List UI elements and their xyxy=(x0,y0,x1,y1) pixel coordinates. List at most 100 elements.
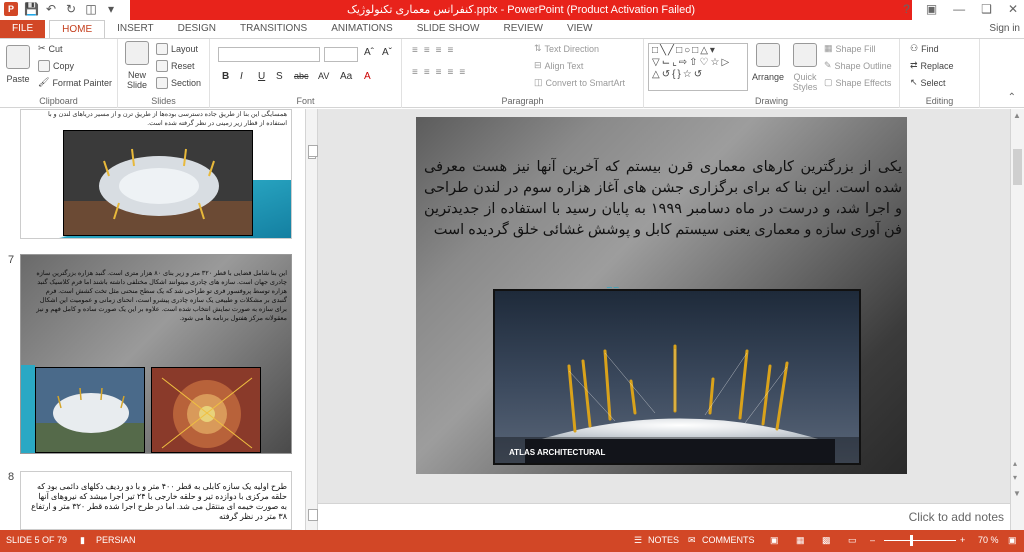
reset-button[interactable]: Reset xyxy=(156,60,195,72)
tab-insert[interactable]: INSERT xyxy=(105,20,166,38)
notes-placeholder[interactable]: Click to add notes xyxy=(909,510,1004,524)
tab-transitions[interactable]: TRANSITIONS xyxy=(228,20,319,38)
slide-show-icon[interactable]: ▭ xyxy=(848,535,857,546)
cut-button[interactable]: ✂ Cut xyxy=(38,43,63,54)
restore-icon[interactable]: ❑ xyxy=(981,2,992,16)
strikethrough-button[interactable]: abc xyxy=(294,71,309,81)
redo-icon[interactable]: ↻ xyxy=(64,2,78,16)
grow-font-icon[interactable]: Aˆ xyxy=(364,47,374,58)
app-icon[interactable]: P xyxy=(4,2,18,16)
thumbnail-scrollbar[interactable] xyxy=(306,109,318,530)
brush-icon: 🖌 xyxy=(38,77,50,87)
editor-scroll-thumb[interactable] xyxy=(1013,149,1022,185)
close-icon[interactable]: ✕ xyxy=(1008,2,1018,16)
tab-view[interactable]: VIEW xyxy=(555,20,605,38)
notes-pane[interactable]: Click to add notes xyxy=(318,503,1010,530)
notes-button[interactable]: NOTES xyxy=(648,535,679,545)
tab-home[interactable]: HOME xyxy=(49,20,106,38)
dome-photo[interactable]: ATLAS ARCHITECTURAL xyxy=(493,289,861,465)
prev-slide-icon[interactable]: ▴ xyxy=(1013,459,1017,468)
help-icon[interactable]: ? xyxy=(903,2,910,16)
slide-thumbnail[interactable]: طرح اولیه یک سازه کابلی به قطر ۴۰۰ متر و… xyxy=(20,471,292,530)
tab-file[interactable]: FILE xyxy=(0,20,46,38)
thumbnail-photo-left xyxy=(35,367,145,453)
start-from-beginning-icon[interactable]: ◫ xyxy=(84,2,98,16)
replace-button[interactable]: ⇄ Replace xyxy=(910,60,954,71)
save-icon[interactable]: 💾 xyxy=(24,2,39,16)
shadow-button[interactable]: S xyxy=(276,71,283,82)
bold-button[interactable]: B xyxy=(222,71,229,82)
pane-splitter-handle[interactable] xyxy=(308,509,318,521)
next-slide-icon[interactable]: ▾ xyxy=(1013,473,1017,482)
italic-button[interactable]: I xyxy=(240,71,243,82)
list-buttons[interactable]: ≡≡≡≡ xyxy=(412,45,459,56)
fit-slide-icon[interactable]: ▣ xyxy=(1008,535,1017,546)
text-direction-button[interactable]: ⇅ Text Direction xyxy=(534,43,599,54)
align-text-button[interactable]: ⊟ Align Text xyxy=(534,60,583,71)
slide-body-text[interactable]: یکی از بزرگترین کارهای معماری قرن بیستم … xyxy=(424,157,902,241)
find-button[interactable]: ⚇ Find xyxy=(910,43,939,54)
new-slide-button[interactable]: New Slide xyxy=(122,41,152,90)
arrange-button[interactable]: Arrange xyxy=(752,43,784,82)
slide-sorter-icon[interactable]: ▦ xyxy=(796,535,805,546)
shape-effects-label: Shape Effects xyxy=(835,77,892,88)
alignment-buttons[interactable]: ≡≡≡≡≡ xyxy=(412,67,471,78)
ribbon: Paste ✂ Cut Copy 🖌 Format Painter Clipboar… xyxy=(0,38,1024,108)
tab-slide-show[interactable]: SLIDE SHOW xyxy=(405,20,492,38)
change-case-button[interactable]: Aa xyxy=(340,71,352,82)
ribbon-display-options-icon[interactable]: ▣ xyxy=(926,2,937,16)
minimize-icon[interactable]: — xyxy=(953,2,965,16)
character-spacing-button[interactable]: AV xyxy=(318,71,329,81)
quick-styles-button[interactable]: Quick Styles xyxy=(790,43,820,92)
comments-button[interactable]: COMMENTS xyxy=(702,535,755,545)
slide-thumbnail[interactable]: این بنا شامل فضایی با قطر ۳۲۰ متر و زیر … xyxy=(20,254,292,454)
zoom-slider-track[interactable] xyxy=(884,540,956,541)
replace-icon: ⇄ xyxy=(910,60,918,70)
select-button[interactable]: ↖ Select xyxy=(910,77,946,88)
shape-fill-button[interactable]: ▦ Shape Fill xyxy=(824,43,876,54)
undo-icon[interactable]: ↶ xyxy=(44,2,58,16)
zoom-slider-thumb[interactable] xyxy=(910,535,913,546)
shrink-font-icon[interactable]: Aˇ xyxy=(382,47,392,58)
reading-view-icon[interactable]: ▩ xyxy=(822,535,831,546)
copy-button[interactable]: Copy xyxy=(38,60,74,72)
customize-qat-icon[interactable]: ▾ xyxy=(104,2,118,16)
language-indicator[interactable]: PERSIAN xyxy=(96,535,136,545)
new-slide-label: New Slide xyxy=(126,70,147,90)
slide-thumbnail[interactable]: همسایگی این بنا از طریق جاده دسترسی بوده… xyxy=(20,109,292,239)
font-name-combo[interactable] xyxy=(218,47,320,62)
layout-button[interactable]: Layout xyxy=(156,43,198,55)
sign-in-link[interactable]: Sign in xyxy=(989,20,1020,38)
zoom-out-icon[interactable]: – xyxy=(870,535,875,545)
shapes-gallery[interactable]: □╲╱□○□△▾ ▽⌙⌞⇨⇧♡☆▷ △↺{}☆↺ xyxy=(648,43,748,91)
collapse-ribbon-icon[interactable]: ⌃ xyxy=(1008,92,1016,103)
spellcheck-icon[interactable]: ▮ xyxy=(80,535,85,546)
section-button[interactable]: Section xyxy=(156,77,201,89)
dome-interior-image xyxy=(152,368,260,452)
paste-button[interactable]: Paste xyxy=(6,45,30,84)
shape-effects-button[interactable]: ▢ Shape Effects xyxy=(824,77,891,88)
font-color-button[interactable]: A xyxy=(364,71,371,82)
notes-icon[interactable]: ☰ xyxy=(634,535,642,546)
scroll-down-icon[interactable]: ▼ xyxy=(1013,489,1021,498)
editor-scrollbar[interactable]: ▲ ▴ ▾ ▼ xyxy=(1010,109,1024,530)
cursor-icon: ↖ xyxy=(910,77,918,87)
paste-label: Paste xyxy=(6,74,30,84)
tab-animations[interactable]: ANIMATIONS xyxy=(319,20,404,38)
scroll-up-icon[interactable]: ▲ xyxy=(1013,111,1021,120)
dome-aerial-image xyxy=(36,368,144,452)
shape-outline-button[interactable]: ✎ Shape Outline xyxy=(824,60,892,71)
zoom-in-icon[interactable]: + xyxy=(960,535,965,545)
zoom-level[interactable]: 70 % xyxy=(978,535,999,545)
tab-design[interactable]: DESIGN xyxy=(166,20,228,38)
tab-review[interactable]: REVIEW xyxy=(491,20,554,38)
comments-icon[interactable]: ✉ xyxy=(688,535,696,546)
font-size-combo[interactable] xyxy=(324,47,358,62)
slide-canvas[interactable]: یکی از بزرگترین کارهای معماری قرن بیستم … xyxy=(416,117,907,474)
format-painter-button[interactable]: 🖌 Format Painter xyxy=(38,77,112,88)
quick-access-toolbar: P 💾 ↶ ↻ ◫ ▾ xyxy=(4,2,118,16)
convert-smartart-button[interactable]: ◫ Convert to SmartArt xyxy=(534,77,625,88)
underline-button[interactable]: U xyxy=(258,71,265,82)
normal-view-icon[interactable]: ▣ xyxy=(770,535,779,546)
pane-splitter-handle[interactable] xyxy=(308,145,318,157)
